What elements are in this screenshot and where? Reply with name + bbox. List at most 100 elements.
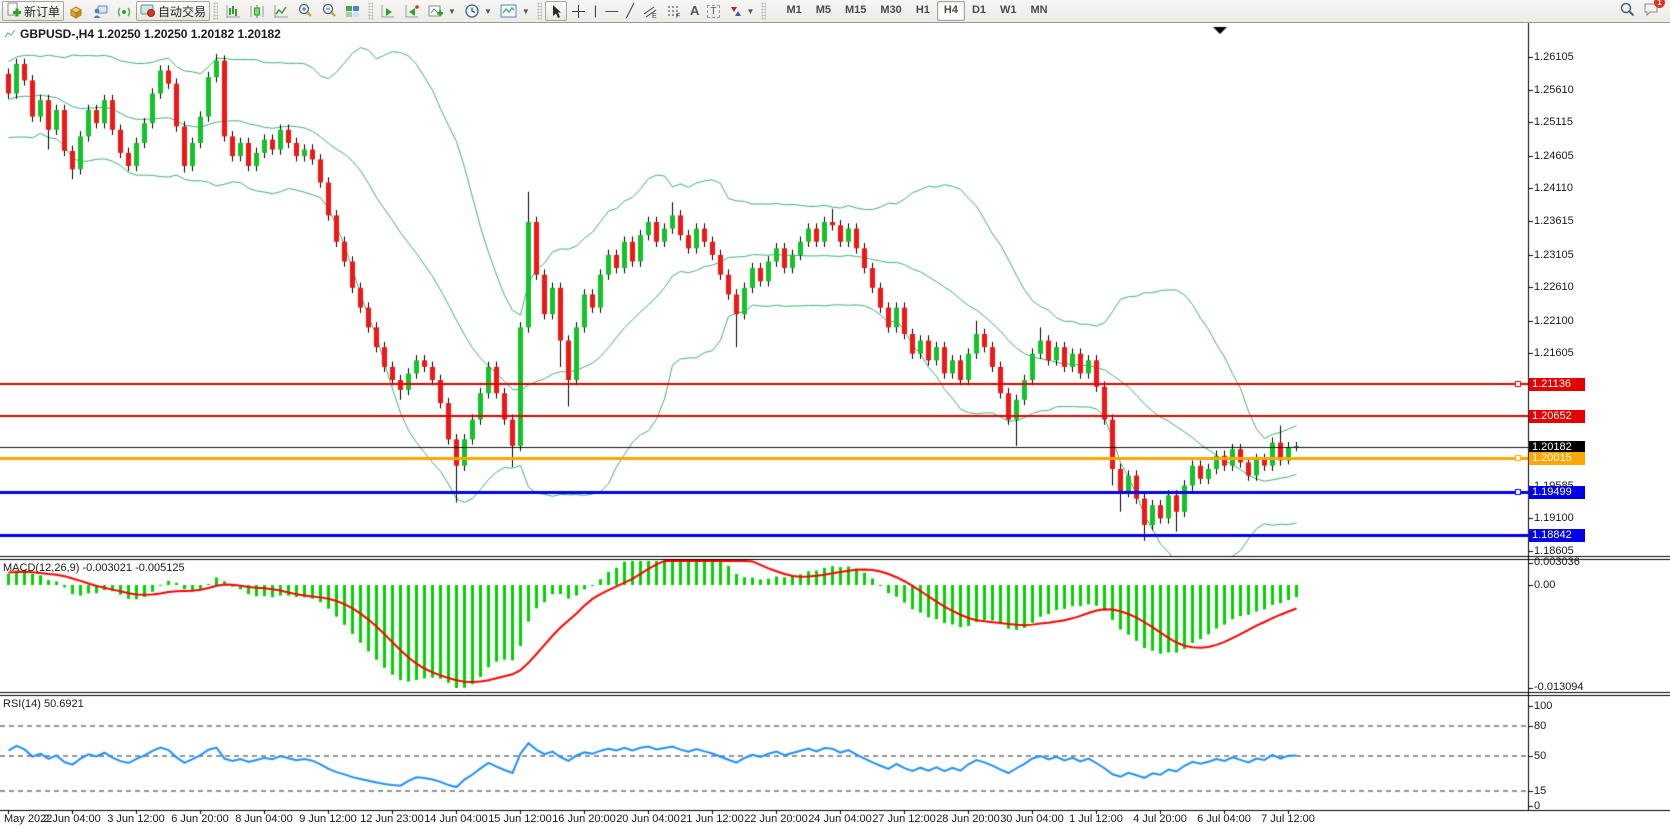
- market-depth-button[interactable]: [64, 1, 88, 21]
- text-label-icon: T: [707, 5, 719, 18]
- time-axis-label: 9 Jun 12:00: [299, 813, 357, 825]
- arrows-tool-button[interactable]: ▼: [724, 1, 759, 21]
- price-axis-tick: 1.23615: [1534, 216, 1574, 227]
- clock-icon: [464, 3, 480, 19]
- trendline-tool-button[interactable]: ╱: [622, 1, 638, 21]
- community-button[interactable]: [88, 1, 112, 21]
- timeframe-button-w1[interactable]: W1: [993, 1, 1024, 21]
- horizontal-line-icon: —: [605, 3, 618, 19]
- cursor-tool-button[interactable]: [545, 1, 567, 21]
- text-label-tool-button[interactable]: T: [703, 1, 723, 21]
- rsi-indicator-label: RSI(14) 50.6921: [3, 698, 84, 710]
- timeframe-button-m15[interactable]: M15: [838, 1, 873, 21]
- crosshair-tool-button[interactable]: [567, 1, 590, 21]
- dropdown-caret-icon: ▼: [747, 7, 755, 16]
- price-tag[interactable]: 1.20652: [1529, 410, 1585, 423]
- timeframe-button-h4[interactable]: H4: [937, 1, 965, 21]
- price-tag[interactable]: 1.19499: [1529, 486, 1585, 499]
- bar-chart-button[interactable]: [221, 1, 245, 21]
- price-tag[interactable]: 1.20015: [1529, 452, 1585, 465]
- auto-scroll-icon: [380, 4, 396, 19]
- timeframe-button-h1[interactable]: H1: [909, 1, 937, 21]
- chart-shift-button[interactable]: [400, 1, 424, 21]
- price-tag[interactable]: 1.21136: [1529, 378, 1585, 391]
- candlestick-chart-button[interactable]: [245, 1, 269, 21]
- crosshair-icon: [571, 4, 586, 19]
- time-axis-label: 6 Jun 20:00: [171, 813, 229, 825]
- auto-scroll-button[interactable]: [376, 1, 400, 21]
- time-axis-label: 24 Jun 04:00: [808, 813, 872, 825]
- macd-axis-tick: 0.003036: [1534, 557, 1580, 568]
- line-chart-button[interactable]: [269, 1, 293, 21]
- macd-axis-tick: -0.013094: [1534, 682, 1584, 693]
- svg-text:E: E: [652, 13, 657, 19]
- signals-button[interactable]: [112, 1, 136, 21]
- fibonacci-tool-button[interactable]: F: [662, 1, 686, 21]
- rsi-axis-tick: 50: [1534, 751, 1546, 762]
- search-icon: [1619, 1, 1635, 17]
- price-axis-tick: 1.21605: [1534, 348, 1574, 359]
- zoom-in-icon: [297, 3, 313, 19]
- template-icon: [500, 3, 518, 19]
- price-axis-tick: 1.22100: [1534, 316, 1574, 327]
- text-icon: A: [690, 3, 699, 19]
- search-button[interactable]: [1619, 1, 1635, 22]
- macd-indicator-label: MACD(12,26,9) -0.003021 -0.005125: [3, 562, 185, 574]
- auto-trading-label: 自动交易: [158, 3, 206, 20]
- time-axis-label: 28 Jun 20:00: [936, 813, 1000, 825]
- tile-windows-icon: [345, 4, 361, 19]
- notifications-button[interactable]: 1: [1643, 1, 1660, 22]
- time-axis-label: 16 Jun 20:00: [552, 813, 616, 825]
- timeframe-button-mn[interactable]: MN: [1024, 1, 1055, 21]
- tile-windows-button[interactable]: [341, 1, 365, 21]
- bar-chart-icon: [225, 4, 241, 19]
- dropdown-caret-icon: ▼: [522, 7, 530, 16]
- timeframe-button-m1[interactable]: M1: [779, 1, 808, 21]
- rsi-axis-tick: 15: [1534, 786, 1546, 797]
- arrows-icon: [728, 4, 743, 19]
- periods-button[interactable]: ▼: [460, 1, 496, 21]
- time-axis-label: 27 Jun 12:00: [872, 813, 936, 825]
- vertical-line-tool-button[interactable]: |: [590, 1, 601, 21]
- chart-ohlc-text: GBPUSD-,H4 1.20250 1.20250 1.20182 1.201…: [20, 27, 281, 41]
- text-tool-button[interactable]: A: [686, 1, 703, 21]
- new-chart-button[interactable]: ▼: [424, 1, 460, 21]
- mt4-window: 新订单: [0, 0, 1670, 829]
- timeframe-button-m5[interactable]: M5: [809, 1, 838, 21]
- templates-button[interactable]: ▼: [496, 1, 534, 21]
- dropdown-caret-icon: ▼: [448, 7, 456, 16]
- timeframe-button-d1[interactable]: D1: [965, 1, 993, 21]
- time-axis-label: 1 Jul 12:00: [1069, 813, 1123, 825]
- macd-axis-tick: 0.00: [1534, 580, 1555, 591]
- auto-trading-button[interactable]: 自动交易: [136, 1, 210, 21]
- toolbar-separator: [537, 2, 542, 20]
- chart-canvas[interactable]: [0, 0, 1670, 829]
- timeframe-button-m30[interactable]: M30: [873, 1, 908, 21]
- timeframe-group: M1M5M15M30H1H4D1W1MN: [779, 1, 1054, 21]
- zoom-in-button[interactable]: [293, 1, 317, 21]
- new-order-button[interactable]: 新订单: [2, 1, 64, 21]
- line-chart-icon: [273, 4, 289, 19]
- time-axis-label: 4 Jul 20:00: [1133, 813, 1187, 825]
- svg-text:F: F: [676, 13, 680, 19]
- toolbar-separator: [213, 2, 218, 20]
- zoom-out-icon: [321, 3, 337, 19]
- time-axis-label: 2 Jun 04:00: [43, 813, 101, 825]
- time-axis-label: 14 Jun 04:00: [424, 813, 488, 825]
- price-axis-tick: 1.19100: [1534, 513, 1574, 524]
- candlestick-chart-icon: [249, 4, 265, 19]
- price-axis-tick: 1.25610: [1534, 85, 1574, 96]
- channel-tool-button[interactable]: E: [638, 1, 662, 21]
- chart-symbol-icon: [4, 29, 16, 39]
- price-axis-tick: 1.23105: [1534, 250, 1574, 261]
- horizontal-line-tool-button[interactable]: —: [601, 1, 622, 21]
- time-axis-label: 15 Jun 12:00: [488, 813, 552, 825]
- equidistant-channel-icon: E: [642, 4, 658, 19]
- community-person-icon: [92, 4, 108, 19]
- price-tag[interactable]: 1.18842: [1529, 529, 1585, 542]
- time-axis-label: 22 Jun 20:00: [744, 813, 808, 825]
- price-axis-tick: 1.25115: [1534, 117, 1573, 128]
- price-axis-tick: 1.24110: [1534, 183, 1573, 194]
- zoom-out-button[interactable]: [317, 1, 341, 21]
- rsi-axis-tick: 0: [1534, 801, 1540, 812]
